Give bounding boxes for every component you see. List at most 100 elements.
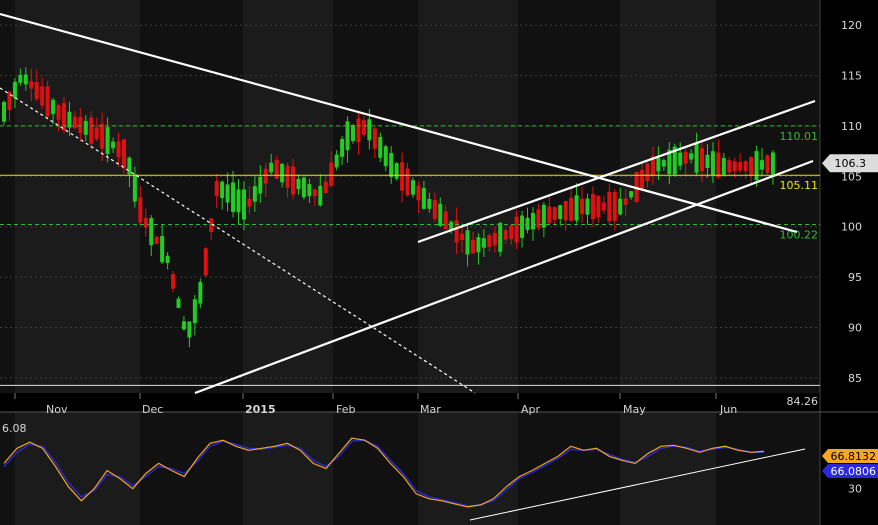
candle-body: [574, 195, 579, 221]
candle-body: [580, 198, 585, 215]
candle-body: [67, 111, 72, 128]
candle-body: [307, 184, 312, 197]
x-tick-label: Nov: [46, 403, 68, 416]
candle-body: [481, 238, 486, 248]
candle-body: [2, 102, 6, 122]
candle-body: [220, 181, 225, 198]
y-tick-label: 90: [848, 322, 862, 335]
candle-body: [552, 206, 557, 220]
candle-body: [351, 125, 356, 142]
candle-body: [181, 321, 186, 330]
candle-body: [421, 187, 426, 209]
candle-body: [176, 298, 181, 309]
candle-body: [405, 168, 410, 196]
candle-body: [329, 162, 334, 187]
candle-body: [454, 220, 459, 243]
candle-body: [678, 152, 683, 166]
price-and-oscillator-chart: 85 90 95 100 105 110 115 120 Nov Dec 2015 Feb Mar Apr…: [0, 0, 878, 525]
candle-body: [411, 180, 415, 195]
candle-body: [770, 152, 775, 175]
candle-body: [116, 141, 121, 158]
candle-body: [323, 181, 328, 194]
level-label: 105.11: [780, 179, 819, 192]
candle-body: [61, 103, 66, 131]
y-tick-label: 105: [841, 170, 862, 183]
candle-body: [623, 198, 628, 205]
candle-body: [89, 117, 94, 144]
candle-body: [132, 174, 137, 202]
candle-body: [590, 193, 595, 220]
oscillator-top-left-label: 6.08: [2, 422, 27, 435]
candle-body: [689, 153, 694, 160]
candle-body: [340, 138, 345, 157]
candle-body: [563, 201, 568, 221]
osc-month-band: [333, 412, 418, 525]
candle-body: [383, 146, 388, 167]
candle-body: [585, 198, 590, 215]
candle-body: [18, 74, 23, 83]
candle-body: [569, 197, 574, 221]
candle-body: [400, 162, 405, 191]
candle-body: [700, 148, 705, 172]
candle-body: [361, 120, 366, 135]
oscillator-y-tick: 30: [848, 483, 862, 496]
candle-body: [23, 74, 28, 85]
candle-body: [291, 166, 296, 195]
candle-body: [111, 141, 116, 149]
candle-body: [160, 236, 165, 263]
candle-body: [72, 116, 77, 129]
candle-body: [94, 127, 99, 140]
month-band: [15, 0, 140, 393]
candle-body: [416, 185, 421, 201]
candle-body: [596, 195, 601, 218]
candle-body: [312, 189, 317, 197]
candle-body: [143, 217, 148, 228]
candle-body: [738, 161, 743, 171]
candle-body: [203, 248, 208, 276]
candle-body: [645, 163, 650, 182]
candle-body: [372, 128, 377, 149]
candle-body: [51, 99, 56, 114]
candle-body: [525, 217, 530, 231]
candle-body: [460, 233, 465, 240]
y-tick-label: 120: [841, 19, 862, 32]
candle-body: [127, 157, 132, 175]
osc-month-band: [243, 412, 333, 525]
osc-month-band: [15, 412, 140, 525]
candle-body: [45, 86, 50, 117]
chart-window: 85 90 95 100 105 110 115 120 Nov Dec 2015 Feb Mar Apr…: [0, 0, 878, 525]
candle-body: [121, 139, 126, 169]
candle-body: [716, 152, 721, 178]
candle-body: [438, 203, 443, 226]
candle-body: [225, 184, 230, 203]
candle-body: [171, 274, 176, 289]
candle-body: [214, 180, 219, 197]
candle-body: [465, 230, 470, 255]
candle-body: [509, 225, 514, 240]
candle-body: [640, 169, 645, 190]
candle-body: [710, 151, 715, 176]
level-label: 110.01: [780, 130, 819, 143]
candle-body: [661, 160, 666, 167]
candle-body: [503, 230, 508, 240]
candle-body: [269, 162, 274, 173]
candle-body: [760, 160, 765, 170]
osc-month-band: [620, 412, 716, 525]
candle-body: [258, 176, 263, 194]
candle-body: [520, 215, 525, 238]
candle-body: [12, 81, 17, 98]
candle-body: [443, 211, 448, 230]
x-tick-label: May: [623, 403, 646, 416]
candle-body: [334, 154, 339, 168]
candle-body: [252, 186, 257, 202]
y-tick-label: 100: [841, 221, 862, 234]
candle-body: [694, 142, 699, 173]
candle-body: [432, 200, 437, 219]
candle-body: [285, 165, 290, 188]
month-band: [418, 0, 518, 393]
candle-body: [149, 218, 154, 246]
candle-body: [530, 212, 535, 230]
y-tick-label: 110: [841, 120, 862, 133]
candle-body: [743, 161, 748, 172]
candle-body: [367, 119, 372, 141]
